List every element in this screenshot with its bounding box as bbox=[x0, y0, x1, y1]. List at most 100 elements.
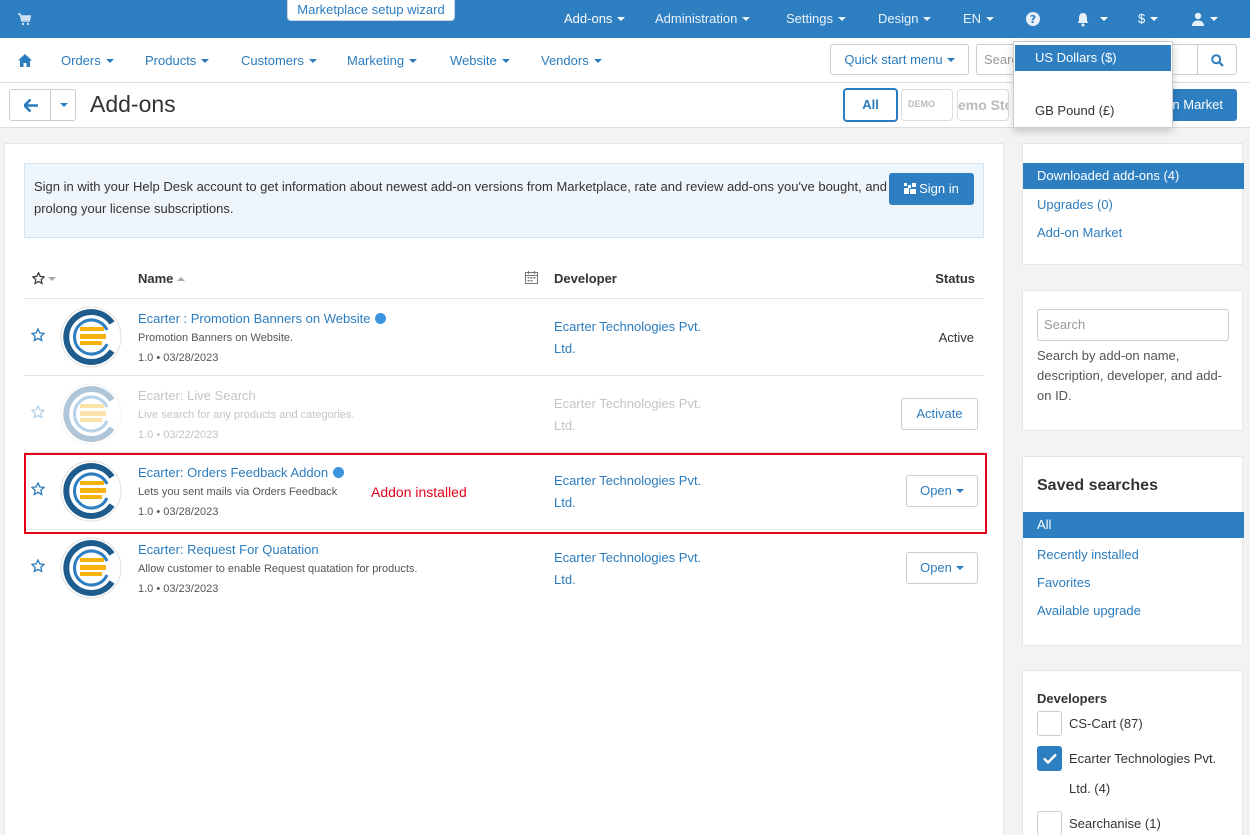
filter-demo-store-2-button[interactable]: emo Sto bbox=[957, 89, 1009, 121]
activate-button[interactable]: Activate bbox=[901, 398, 978, 430]
bell-icon[interactable] bbox=[1075, 11, 1091, 27]
star-outline-icon[interactable] bbox=[31, 405, 45, 419]
developer-checkbox-ecarter[interactable] bbox=[1037, 746, 1062, 771]
page-title: Add-ons bbox=[90, 91, 176, 117]
addon-search-help: Search by add-on name, description, deve… bbox=[1037, 348, 1223, 403]
help-icon[interactable]: ? bbox=[1025, 11, 1041, 27]
filter-all-button[interactable]: All bbox=[843, 88, 898, 122]
saved-search-recently-installed[interactable]: Recently installed bbox=[1037, 547, 1139, 562]
star-outline-icon[interactable] bbox=[31, 328, 45, 342]
addon-name-link[interactable]: Ecarter: Request For Quatation bbox=[138, 542, 319, 557]
nav-products-label: Products bbox=[145, 53, 197, 68]
addon-name-link[interactable]: Ecarter: Live Search bbox=[138, 388, 256, 403]
back-history-dropdown[interactable] bbox=[50, 89, 76, 121]
chevron-down-icon bbox=[1095, 0, 1108, 38]
helpdesk-info-text: Sign in with your Help Desk account to g… bbox=[34, 179, 888, 216]
open-label: Open bbox=[920, 560, 952, 575]
star-outline-icon[interactable] bbox=[31, 559, 45, 573]
sidebar-views-panel: Downloaded add-ons (4) Upgrades (0) Add-… bbox=[1022, 143, 1244, 265]
chevron-down-icon bbox=[986, 17, 995, 21]
chevron-down-icon bbox=[837, 17, 846, 21]
table-row: Ecarter : Promotion Banners on Website P… bbox=[24, 299, 984, 376]
nav-website[interactable]: Website bbox=[450, 38, 510, 83]
column-status[interactable]: Status bbox=[935, 271, 975, 286]
global-search-button[interactable] bbox=[1197, 44, 1237, 75]
marketplace-wizard-link[interactable]: Marketplace setup wizard bbox=[287, 0, 455, 21]
topnav-addons[interactable]: Add-ons bbox=[564, 0, 626, 38]
nav-vendors[interactable]: Vendors bbox=[541, 38, 602, 83]
developer-checkbox-searchanise[interactable] bbox=[1037, 811, 1062, 835]
sidebar-item-addon-market[interactable]: Add-on Market bbox=[1037, 225, 1122, 240]
topnav-design-label: Design bbox=[878, 11, 919, 26]
addon-name-label: Ecarter : Promotion Banners on Website bbox=[138, 311, 371, 326]
topnav-settings[interactable]: Settings bbox=[786, 0, 846, 38]
saved-search-favorites[interactable]: Favorites bbox=[1037, 575, 1090, 590]
calendar-icon[interactable] bbox=[525, 271, 538, 284]
saved-search-available-upgrade[interactable]: Available upgrade bbox=[1037, 603, 1141, 618]
cart-icon[interactable] bbox=[17, 12, 31, 26]
addon-name-link[interactable]: Ecarter : Promotion Banners on Website bbox=[138, 311, 387, 326]
addon-description: Allow customer to enable Request quatati… bbox=[138, 563, 418, 575]
quick-start-menu-button[interactable]: Quick start menu bbox=[830, 44, 969, 75]
chevron-down-icon bbox=[1150, 17, 1159, 21]
developers-filter-panel: Developers CS-Cart (87) Ecarter Technolo… bbox=[1022, 670, 1243, 835]
sidebar-item-upgrades[interactable]: Upgrades (0) bbox=[1037, 197, 1113, 212]
column-developer[interactable]: Developer bbox=[554, 271, 617, 286]
saved-search-all[interactable]: All bbox=[1023, 512, 1244, 538]
topnav-administration[interactable]: Administration bbox=[655, 0, 751, 38]
sort-asc-icon bbox=[177, 277, 186, 281]
addons-main-panel: Sign in with your Help Desk account to g… bbox=[4, 143, 1004, 835]
helpdesk-info-box: Sign in with your Help Desk account to g… bbox=[24, 163, 984, 238]
addon-developer-link[interactable]: Ecarter Technologies Pvt. Ltd. bbox=[554, 316, 724, 360]
chevron-down-icon[interactable] bbox=[48, 277, 56, 281]
addon-developer-link[interactable]: Ecarter Technologies Pvt. Ltd. bbox=[554, 393, 724, 437]
arrow-left-icon bbox=[24, 99, 38, 112]
addon-search-input[interactable]: Search bbox=[1037, 309, 1229, 341]
sign-in-button[interactable]: Sign in bbox=[889, 173, 974, 205]
sidebar-item-downloaded[interactable]: Downloaded add-ons (4) bbox=[1023, 163, 1244, 189]
addon-status: Active bbox=[938, 330, 974, 345]
chevron-down-icon bbox=[593, 59, 602, 63]
chevron-down-icon bbox=[946, 58, 955, 62]
check-icon bbox=[1043, 753, 1057, 764]
addon-developer-link[interactable]: Ecarter Technologies Pvt. Ltd. bbox=[554, 547, 724, 591]
currency-option-usd[interactable]: US Dollars ($) bbox=[1015, 45, 1171, 71]
ecarter-logo-icon bbox=[60, 306, 122, 368]
saved-searches-title: Saved searches bbox=[1037, 477, 1158, 494]
chevron-down-icon bbox=[105, 59, 114, 63]
topnav-currency[interactable]: $ bbox=[1138, 0, 1159, 38]
search-icon bbox=[1211, 54, 1224, 67]
open-button[interactable]: Open bbox=[906, 552, 978, 584]
nav-orders[interactable]: Orders bbox=[61, 38, 114, 83]
currency-option-gbp[interactable]: GB Pound (£) bbox=[1035, 103, 1115, 118]
chevron-down-icon bbox=[60, 103, 68, 107]
table-row: Ecarter: Request For Quatation Allow cus… bbox=[24, 530, 984, 607]
column-name-label: Name bbox=[138, 271, 174, 286]
topnav-language[interactable]: EN bbox=[963, 0, 995, 38]
column-name[interactable]: Name bbox=[138, 271, 186, 286]
filter-demo-store-button[interactable]: DEMO bbox=[901, 89, 953, 121]
user-icon[interactable] bbox=[1190, 11, 1206, 27]
nav-vendors-label: Vendors bbox=[541, 53, 589, 68]
nav-products[interactable]: Products bbox=[145, 38, 210, 83]
saved-searches-panel: Saved searches All Recently installed Fa… bbox=[1022, 456, 1244, 646]
currency-dropdown-menu: US Dollars ($) GB Pound (£) bbox=[1013, 41, 1173, 128]
star-outline-icon[interactable] bbox=[32, 272, 45, 285]
chevron-down-icon bbox=[501, 59, 510, 63]
nav-marketing[interactable]: Marketing bbox=[347, 38, 418, 83]
nav-orders-label: Orders bbox=[61, 53, 101, 68]
nav-marketing-label: Marketing bbox=[347, 53, 405, 68]
addon-version: 1.0 • 03/28/2023 bbox=[138, 352, 219, 364]
chevron-down-icon bbox=[742, 17, 751, 21]
chevron-down-icon bbox=[955, 566, 964, 570]
chevron-down-icon bbox=[617, 17, 626, 21]
addon-version: 1.0 • 03/23/2023 bbox=[138, 583, 219, 595]
verified-badge-icon bbox=[375, 313, 387, 324]
nav-customers[interactable]: Customers bbox=[241, 38, 317, 83]
topnav-design[interactable]: Design bbox=[878, 0, 932, 38]
quick-start-label: Quick start menu bbox=[844, 52, 943, 67]
top-bar: Marketplace setup wizard Add-ons Adminis… bbox=[0, 0, 1250, 38]
home-icon[interactable] bbox=[18, 54, 32, 67]
developer-checkbox-cscart[interactable] bbox=[1037, 711, 1062, 736]
back-button[interactable] bbox=[9, 89, 51, 121]
